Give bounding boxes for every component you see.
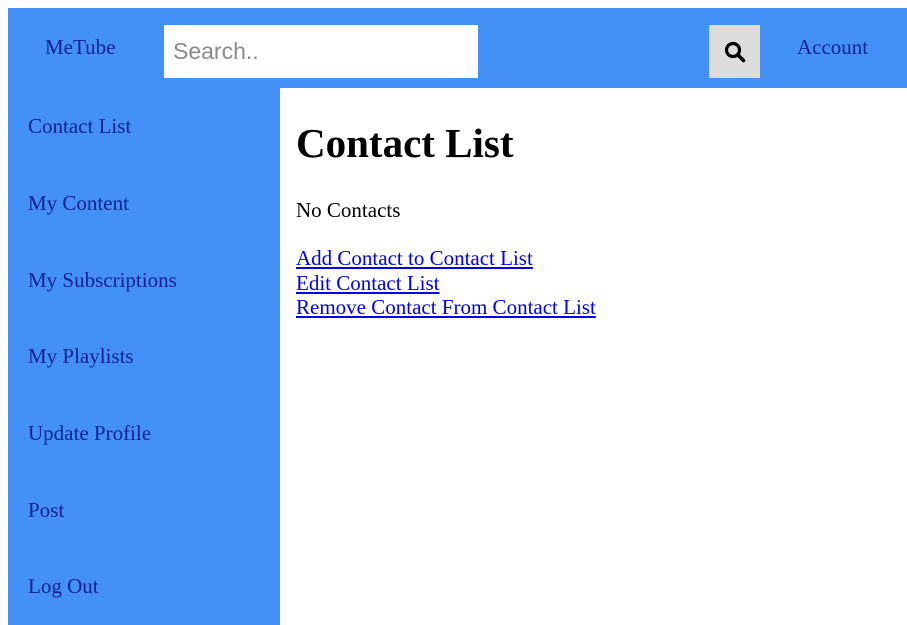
sidebar-item-my-subscriptions[interactable]: My Subscriptions xyxy=(28,267,177,293)
magnifier-icon xyxy=(724,41,745,62)
sidebar-item-my-content[interactable]: My Content xyxy=(28,190,129,216)
search-input[interactable] xyxy=(164,25,478,78)
account-link[interactable]: Account xyxy=(797,34,868,60)
sidebar-item-log-out[interactable]: Log Out xyxy=(28,573,99,599)
sidebar-item-contact-list[interactable]: Contact List xyxy=(28,113,131,139)
sidebar-item-update-profile[interactable]: Update Profile xyxy=(28,420,151,446)
page-title: Contact List xyxy=(296,120,514,166)
contact-actions: Add Contact to Contact List Edit Contact… xyxy=(296,246,596,320)
sidebar-item-post[interactable]: Post xyxy=(28,497,64,523)
remove-contact-link[interactable]: Remove Contact From Contact List xyxy=(296,295,596,320)
search-button[interactable] xyxy=(709,25,760,78)
add-contact-link[interactable]: Add Contact to Contact List xyxy=(296,246,596,271)
empty-state-text: No Contacts xyxy=(296,198,401,222)
sidebar: Contact List My Content My Subscriptions… xyxy=(8,88,280,625)
sidebar-item-my-playlists[interactable]: My Playlists xyxy=(28,343,134,369)
brand-link[interactable]: MeTube xyxy=(45,34,115,60)
page: MeTube Account Contact List My Content M… xyxy=(0,0,907,625)
edit-contact-list-link[interactable]: Edit Contact List xyxy=(296,271,596,296)
top-navigation-bar: MeTube Account xyxy=(8,8,907,88)
